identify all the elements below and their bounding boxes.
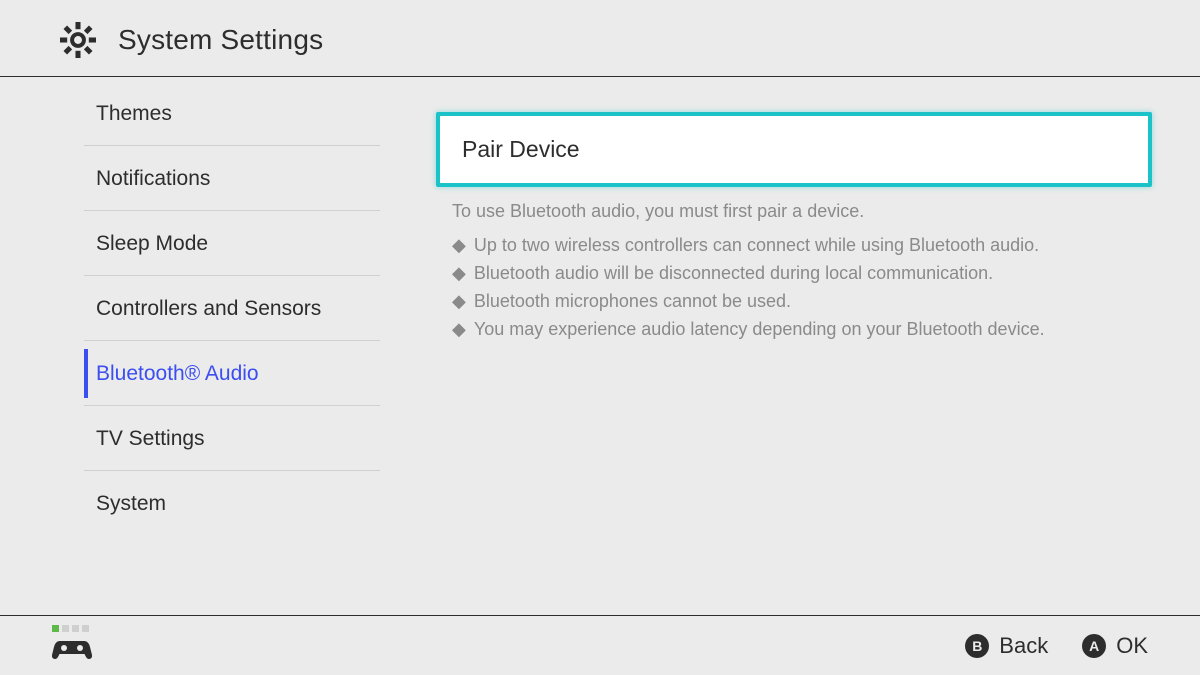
sidebar-item-label: Bluetooth® Audio (96, 362, 259, 386)
a-button-icon: A (1082, 634, 1106, 658)
ok-button[interactable]: A OK (1082, 633, 1148, 659)
sidebar-item-controllers-sensors[interactable]: Controllers and Sensors (0, 276, 400, 341)
sidebar-item-sleep-mode[interactable]: Sleep Mode (0, 211, 400, 276)
gear-icon (60, 22, 96, 58)
sidebar-item-label: System (96, 492, 166, 516)
bullet-text: You may experience audio latency dependi… (474, 316, 1045, 344)
sidebar-item-label: TV Settings (96, 427, 205, 451)
diamond-bullet-icon: ◆ (452, 288, 466, 316)
page-title: System Settings (118, 24, 323, 56)
sidebar-item-label: Sleep Mode (96, 232, 208, 256)
bullet-text: Up to two wireless controllers can conne… (474, 232, 1039, 260)
player-leds (52, 625, 89, 632)
sidebar-item-label: Themes (96, 102, 172, 126)
diamond-bullet-icon: ◆ (452, 316, 466, 344)
header: System Settings (0, 0, 1200, 77)
bullet-text: Bluetooth audio will be disconnected dur… (474, 260, 993, 288)
diamond-bullet-icon: ◆ (452, 260, 466, 288)
footer: B Back A OK (0, 615, 1200, 675)
back-label: Back (999, 633, 1048, 659)
sidebar-item-label: Notifications (96, 167, 210, 191)
sidebar-item-label: Controllers and Sensors (96, 297, 321, 321)
b-button-icon: B (965, 634, 989, 658)
bullet-list: ◆ Up to two wireless controllers can conn… (436, 232, 1152, 344)
diamond-bullet-icon: ◆ (452, 232, 466, 260)
pair-device-label: Pair Device (462, 136, 580, 162)
sidebar-item-bluetooth-audio[interactable]: Bluetooth® Audio (0, 341, 400, 406)
list-item: ◆ Bluetooth audio will be disconnected du… (452, 260, 1152, 288)
list-item: ◆ You may experience audio latency depend… (452, 316, 1152, 344)
sidebar: Themes Notifications Sleep Mode Controll… (0, 77, 400, 593)
controller-indicator (0, 625, 92, 666)
ok-label: OK (1116, 633, 1148, 659)
sidebar-item-system[interactable]: System (0, 471, 400, 536)
sidebar-item-themes[interactable]: Themes (0, 81, 400, 146)
controller-icon (52, 637, 92, 666)
pair-device-button[interactable]: Pair Device (436, 112, 1152, 187)
sidebar-item-notifications[interactable]: Notifications (0, 146, 400, 211)
intro-text: To use Bluetooth audio, you must first p… (436, 201, 1152, 222)
list-item: ◆ Bluetooth microphones cannot be used. (452, 288, 1152, 316)
sidebar-item-tv-settings[interactable]: TV Settings (0, 406, 400, 471)
back-button[interactable]: B Back (965, 633, 1048, 659)
main-panel: Pair Device To use Bluetooth audio, you … (400, 77, 1200, 593)
content: Themes Notifications Sleep Mode Controll… (0, 77, 1200, 593)
bullet-text: Bluetooth microphones cannot be used. (474, 288, 791, 316)
list-item: ◆ Up to two wireless controllers can conn… (452, 232, 1152, 260)
